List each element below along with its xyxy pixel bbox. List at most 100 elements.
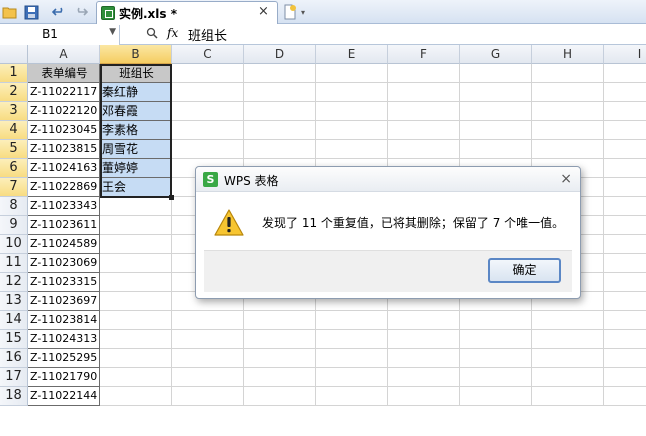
cell-d5[interactable]: [244, 140, 316, 159]
cell-h17[interactable]: [532, 368, 604, 387]
zoom-formula-icon[interactable]: [146, 27, 158, 42]
cell-a17[interactable]: Z-11021790: [28, 368, 100, 387]
cell-i15[interactable]: [604, 330, 646, 349]
cell-h1[interactable]: [532, 64, 604, 83]
cell-a6[interactable]: Z-11024163: [28, 159, 100, 178]
cell-h5[interactable]: [532, 140, 604, 159]
row-header-2[interactable]: 2: [0, 83, 28, 102]
row-header-8[interactable]: 8: [0, 197, 28, 216]
column-header-d[interactable]: D: [244, 45, 316, 64]
column-header-c[interactable]: C: [172, 45, 244, 64]
cell-b9[interactable]: [100, 216, 172, 235]
cell-e14[interactable]: [316, 311, 388, 330]
cell-d2[interactable]: [244, 83, 316, 102]
cell-a15[interactable]: Z-11024313: [28, 330, 100, 349]
row-header-13[interactable]: 13: [0, 292, 28, 311]
cell-f16[interactable]: [388, 349, 460, 368]
cell-b1[interactable]: 班组长: [100, 64, 172, 83]
row-header-10[interactable]: 10: [0, 235, 28, 254]
cell-a2[interactable]: Z-11022117: [28, 83, 100, 102]
cell-g3[interactable]: [460, 102, 532, 121]
cell-b2[interactable]: 秦红静: [100, 83, 172, 102]
row-header-15[interactable]: 15: [0, 330, 28, 349]
column-header-h[interactable]: H: [532, 45, 604, 64]
cell-b8[interactable]: [100, 197, 172, 216]
select-all-corner[interactable]: [0, 45, 28, 64]
chevron-down-icon[interactable]: ▼: [109, 27, 116, 37]
row-header-1[interactable]: 1: [0, 64, 28, 83]
cell-b7[interactable]: 王会: [100, 178, 172, 197]
cell-a8[interactable]: Z-11023343: [28, 197, 100, 216]
cell-c2[interactable]: [172, 83, 244, 102]
cell-b12[interactable]: [100, 273, 172, 292]
cell-d16[interactable]: [244, 349, 316, 368]
cell-i8[interactable]: [604, 197, 646, 216]
cell-b15[interactable]: [100, 330, 172, 349]
cell-a18[interactable]: Z-11022144: [28, 387, 100, 406]
cell-a14[interactable]: Z-11023814: [28, 311, 100, 330]
row-header-11[interactable]: 11: [0, 254, 28, 273]
cell-g1[interactable]: [460, 64, 532, 83]
cell-f18[interactable]: [388, 387, 460, 406]
cell-i5[interactable]: [604, 140, 646, 159]
cell-d15[interactable]: [244, 330, 316, 349]
cell-e15[interactable]: [316, 330, 388, 349]
cell-a12[interactable]: Z-11023315: [28, 273, 100, 292]
ok-button[interactable]: 确定: [488, 258, 561, 283]
cell-c18[interactable]: [172, 387, 244, 406]
cell-c3[interactable]: [172, 102, 244, 121]
cell-i6[interactable]: [604, 159, 646, 178]
cell-h15[interactable]: [532, 330, 604, 349]
tab-close-icon[interactable]: ×: [258, 4, 269, 19]
cell-f4[interactable]: [388, 121, 460, 140]
column-header-f[interactable]: F: [388, 45, 460, 64]
cell-d14[interactable]: [244, 311, 316, 330]
cell-a16[interactable]: Z-11025295: [28, 349, 100, 368]
cell-a9[interactable]: Z-11023611: [28, 216, 100, 235]
column-header-a[interactable]: A: [28, 45, 100, 64]
cell-d18[interactable]: [244, 387, 316, 406]
cell-i2[interactable]: [604, 83, 646, 102]
save-icon[interactable]: [22, 3, 40, 21]
redo-icon[interactable]: [72, 3, 90, 21]
cell-b13[interactable]: [100, 292, 172, 311]
cell-h14[interactable]: [532, 311, 604, 330]
cell-i12[interactable]: [604, 273, 646, 292]
cell-e17[interactable]: [316, 368, 388, 387]
cell-i4[interactable]: [604, 121, 646, 140]
cell-i3[interactable]: [604, 102, 646, 121]
cell-f3[interactable]: [388, 102, 460, 121]
cell-c17[interactable]: [172, 368, 244, 387]
cell-i13[interactable]: [604, 292, 646, 311]
cell-i11[interactable]: [604, 254, 646, 273]
formula-input[interactable]: 班组长: [188, 25, 227, 44]
row-header-7[interactable]: 7: [0, 178, 28, 197]
dialog-titlebar[interactable]: S WPS 表格 ×: [196, 167, 580, 192]
cell-d1[interactable]: [244, 64, 316, 83]
cell-e5[interactable]: [316, 140, 388, 159]
name-box[interactable]: B1 ▼: [0, 25, 120, 45]
cell-f17[interactable]: [388, 368, 460, 387]
cell-i14[interactable]: [604, 311, 646, 330]
open-folder-icon[interactable]: [1, 3, 19, 21]
cell-a4[interactable]: Z-11023045: [28, 121, 100, 140]
cell-e4[interactable]: [316, 121, 388, 140]
new-document-dropdown-icon[interactable]: ▾: [298, 3, 308, 21]
row-header-4[interactable]: 4: [0, 121, 28, 140]
cell-b16[interactable]: [100, 349, 172, 368]
cell-g4[interactable]: [460, 121, 532, 140]
cell-i7[interactable]: [604, 178, 646, 197]
new-document-icon[interactable]: [281, 3, 299, 21]
cell-d17[interactable]: [244, 368, 316, 387]
cell-i18[interactable]: [604, 387, 646, 406]
column-header-i[interactable]: I: [604, 45, 646, 64]
cell-h2[interactable]: [532, 83, 604, 102]
cell-c5[interactable]: [172, 140, 244, 159]
cell-a10[interactable]: Z-11024589: [28, 235, 100, 254]
cell-h3[interactable]: [532, 102, 604, 121]
close-icon[interactable]: ×: [560, 171, 572, 187]
cell-c4[interactable]: [172, 121, 244, 140]
fill-handle[interactable]: [169, 195, 174, 200]
column-header-b[interactable]: B: [100, 45, 172, 64]
cell-c14[interactable]: [172, 311, 244, 330]
